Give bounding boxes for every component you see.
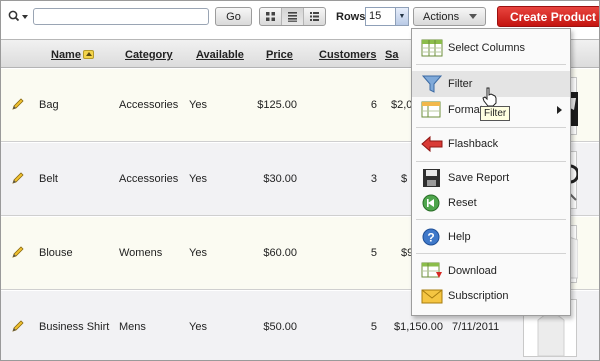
flashback-icon: [421, 135, 443, 153]
menu-item-label: Select Columns: [448, 42, 526, 54]
cell-category: Accessories: [119, 173, 179, 185]
svg-text:?: ?: [427, 231, 434, 245]
menu-separator: [416, 64, 566, 65]
report-window: Go Rows 15 ▼ Actions Create Product > Na…: [0, 0, 600, 361]
cell-available: Yes: [189, 321, 207, 333]
reset-icon: [422, 194, 440, 212]
icon-view-icon: [266, 12, 275, 21]
search-input[interactable]: [33, 8, 209, 25]
detail-view-button[interactable]: [304, 8, 325, 25]
sort-ascending-icon: [82, 50, 94, 59]
cell-name: Business Shirt: [39, 321, 110, 333]
cell-sales: $2,0: [391, 99, 413, 111]
menu-item-label: Download: [448, 265, 497, 277]
actions-menu-button[interactable]: Actions: [413, 7, 486, 26]
menu-item-help[interactable]: ? Help: [412, 224, 570, 250]
menu-item-subscription[interactable]: Subscription: [412, 283, 570, 309]
menu-item-label: Help: [448, 231, 471, 243]
cell-name: Bag: [39, 99, 59, 111]
cell-sales: $1,150.00: [394, 321, 443, 333]
help-icon: ?: [422, 228, 440, 246]
search-column-icon[interactable]: [8, 10, 30, 24]
column-header-available[interactable]: Available: [196, 49, 244, 61]
report-view-button[interactable]: [282, 8, 304, 25]
cell-name: Blouse: [39, 247, 73, 259]
menu-item-label: Filter: [448, 78, 473, 90]
save-icon: [423, 169, 440, 187]
cell-price: $60.00: [263, 247, 297, 259]
menu-item-select-columns[interactable]: Select Columns: [412, 35, 570, 61]
menu-separator: [416, 161, 566, 162]
cell-available: Yes: [189, 173, 207, 185]
rows-select[interactable]: 15 ▼: [365, 7, 409, 26]
icon-view-button[interactable]: [260, 8, 282, 25]
actions-label: Actions: [423, 10, 460, 23]
download-icon: [421, 262, 442, 278]
menu-item-label: Save Report: [448, 172, 510, 184]
cell-name: Belt: [39, 173, 58, 185]
filter-icon: [421, 75, 443, 93]
chevron-down-icon: ▼: [395, 8, 408, 25]
menu-item-label: Flashback: [448, 138, 499, 150]
menu-item-flashback[interactable]: Flashback: [412, 131, 570, 157]
subscription-icon: [421, 289, 443, 304]
caret-down-icon: [469, 14, 477, 19]
rows-select-value: 15: [369, 10, 382, 22]
menu-separator: [416, 127, 566, 128]
cell-customers: 5: [370, 247, 377, 259]
cell-category: Mens: [119, 321, 146, 333]
select-columns-icon: [421, 39, 443, 57]
menu-item-label: Format: [448, 104, 483, 116]
cell-customers: 6: [370, 99, 377, 111]
detail-view-icon: [310, 12, 319, 21]
cell-price: $50.00: [263, 321, 297, 333]
menu-separator: [416, 253, 566, 254]
menu-item-label: Subscription: [448, 290, 509, 302]
filter-tooltip: Filter: [480, 106, 511, 121]
rows-label: Rows: [336, 11, 366, 23]
edit-pencil-icon[interactable]: [11, 319, 25, 333]
column-header-sales[interactable]: Sa: [385, 49, 398, 61]
hand-cursor-icon: [482, 87, 497, 107]
column-header-name[interactable]: Name: [51, 49, 94, 61]
cell-sales: $: [401, 173, 408, 185]
menu-item-reset[interactable]: Reset: [412, 190, 570, 216]
create-product-button[interactable]: Create Product >: [497, 6, 599, 27]
column-header-customers[interactable]: Customers: [319, 49, 376, 61]
cell-available: Yes: [189, 247, 207, 259]
cell-price: $125.00: [257, 99, 297, 111]
cell-available: Yes: [189, 99, 207, 111]
cell-category: Womens: [119, 247, 163, 259]
column-header-category[interactable]: Category: [125, 49, 173, 61]
menu-item-label: Reset: [448, 197, 477, 209]
submenu-arrow-icon: [557, 106, 562, 114]
menu-item-download[interactable]: Download: [412, 258, 570, 284]
cell-date: 7/11/2011: [452, 321, 500, 333]
edit-pencil-icon[interactable]: [11, 245, 25, 259]
edit-pencil-icon[interactable]: [11, 171, 25, 185]
go-button[interactable]: Go: [215, 7, 252, 26]
actions-dropdown-menu: Select Columns Filter Format Flashback S…: [411, 28, 571, 316]
cell-price: $30.00: [263, 173, 297, 185]
format-icon: [421, 101, 441, 118]
cell-customers: 3: [370, 173, 377, 185]
cell-category: Accessories: [119, 99, 179, 111]
menu-separator: [416, 219, 566, 220]
cell-customers: 5: [370, 321, 377, 333]
view-mode-group: [259, 7, 326, 26]
report-view-icon: [288, 12, 297, 22]
edit-pencil-icon[interactable]: [11, 97, 25, 111]
menu-item-save-report[interactable]: Save Report: [412, 165, 570, 191]
column-header-price[interactable]: Price: [266, 49, 293, 61]
